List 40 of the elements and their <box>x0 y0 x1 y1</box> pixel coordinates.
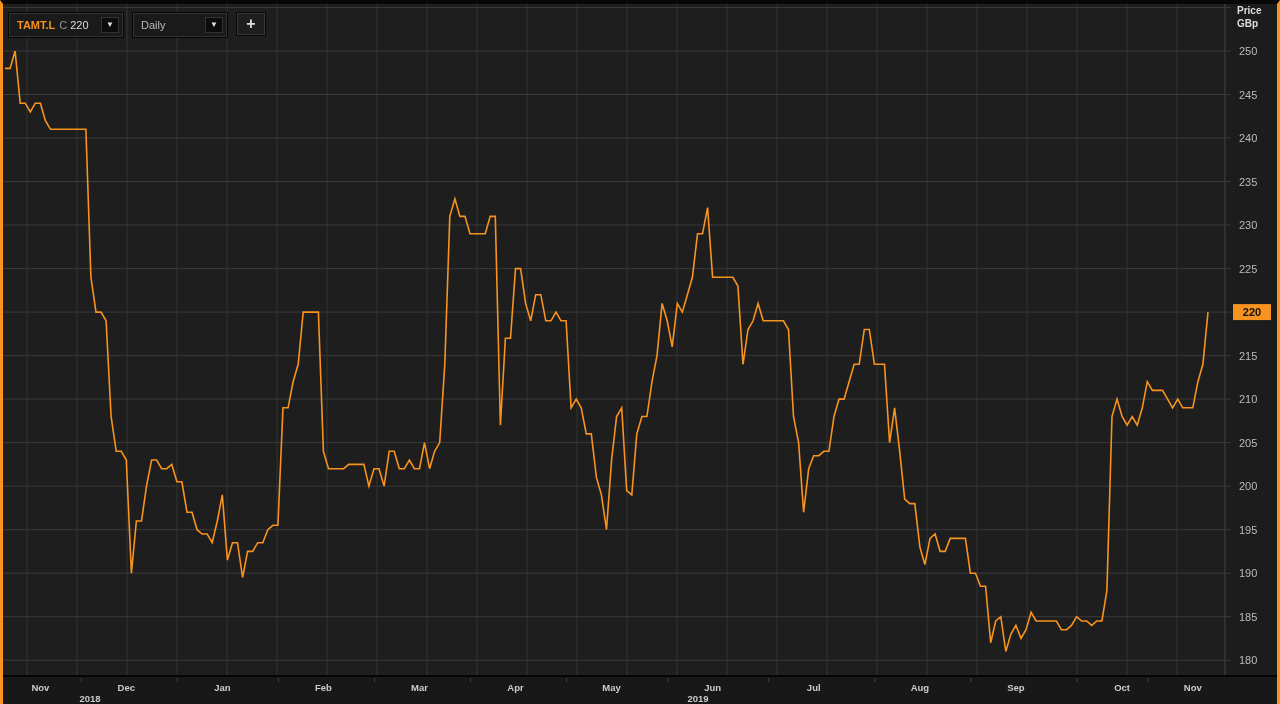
axis-label: Aug <box>910 682 930 693</box>
price-tag: 220 <box>1233 304 1271 321</box>
axis-label: 205 <box>1239 436 1258 449</box>
axis-label: 210 <box>1239 393 1258 406</box>
year-label: 2018 <box>79 693 101 704</box>
dropdown-button[interactable]: ▼ <box>205 17 223 33</box>
axis-label: 180 <box>1239 654 1258 667</box>
interval-selector[interactable]: Daily ▼ <box>132 12 228 38</box>
axis-label: Jan <box>214 682 231 693</box>
axis-label: Feb <box>315 682 332 693</box>
interval-label: Daily <box>141 17 166 33</box>
axis-label: 240 <box>1239 132 1258 145</box>
axis-title: Price GBp <box>1237 5 1262 29</box>
axis-label: Mar <box>411 682 428 693</box>
axis-label: 250 <box>1239 45 1258 57</box>
axis-label: Jul <box>806 682 821 693</box>
axis-label: 230 <box>1239 219 1258 232</box>
price-type-label: C <box>59 17 68 33</box>
add-button[interactable]: + <box>236 12 266 36</box>
axis-label: Oct <box>1114 682 1130 693</box>
axis-label: Nov <box>31 682 50 693</box>
axis-label: 200 <box>1239 480 1258 493</box>
axis-label: 215 <box>1239 349 1258 362</box>
axis-label: 185 <box>1239 610 1258 623</box>
axis-label: 225 <box>1239 262 1258 275</box>
symbol-label: TAMT.L <box>17 17 56 33</box>
axis-label: 190 <box>1239 567 1258 580</box>
symbol-selector[interactable]: TAMT.L C 220 ▼ <box>8 12 124 38</box>
price-value: 220 <box>70 17 89 33</box>
year-label: 2019 <box>687 693 709 704</box>
axis-label: Apr <box>507 682 524 693</box>
axis-label: Sep <box>1007 682 1025 693</box>
axis-label: 195 <box>1239 523 1258 536</box>
axis-label: Nov <box>1183 682 1202 693</box>
dropdown-button[interactable]: ▼ <box>101 17 119 33</box>
axis-label: 235 <box>1239 175 1258 188</box>
axis-label: 245 <box>1239 88 1258 101</box>
axis-label: May <box>602 682 621 693</box>
axis-label: Jun <box>704 682 722 693</box>
axis-label: Dec <box>117 682 136 693</box>
